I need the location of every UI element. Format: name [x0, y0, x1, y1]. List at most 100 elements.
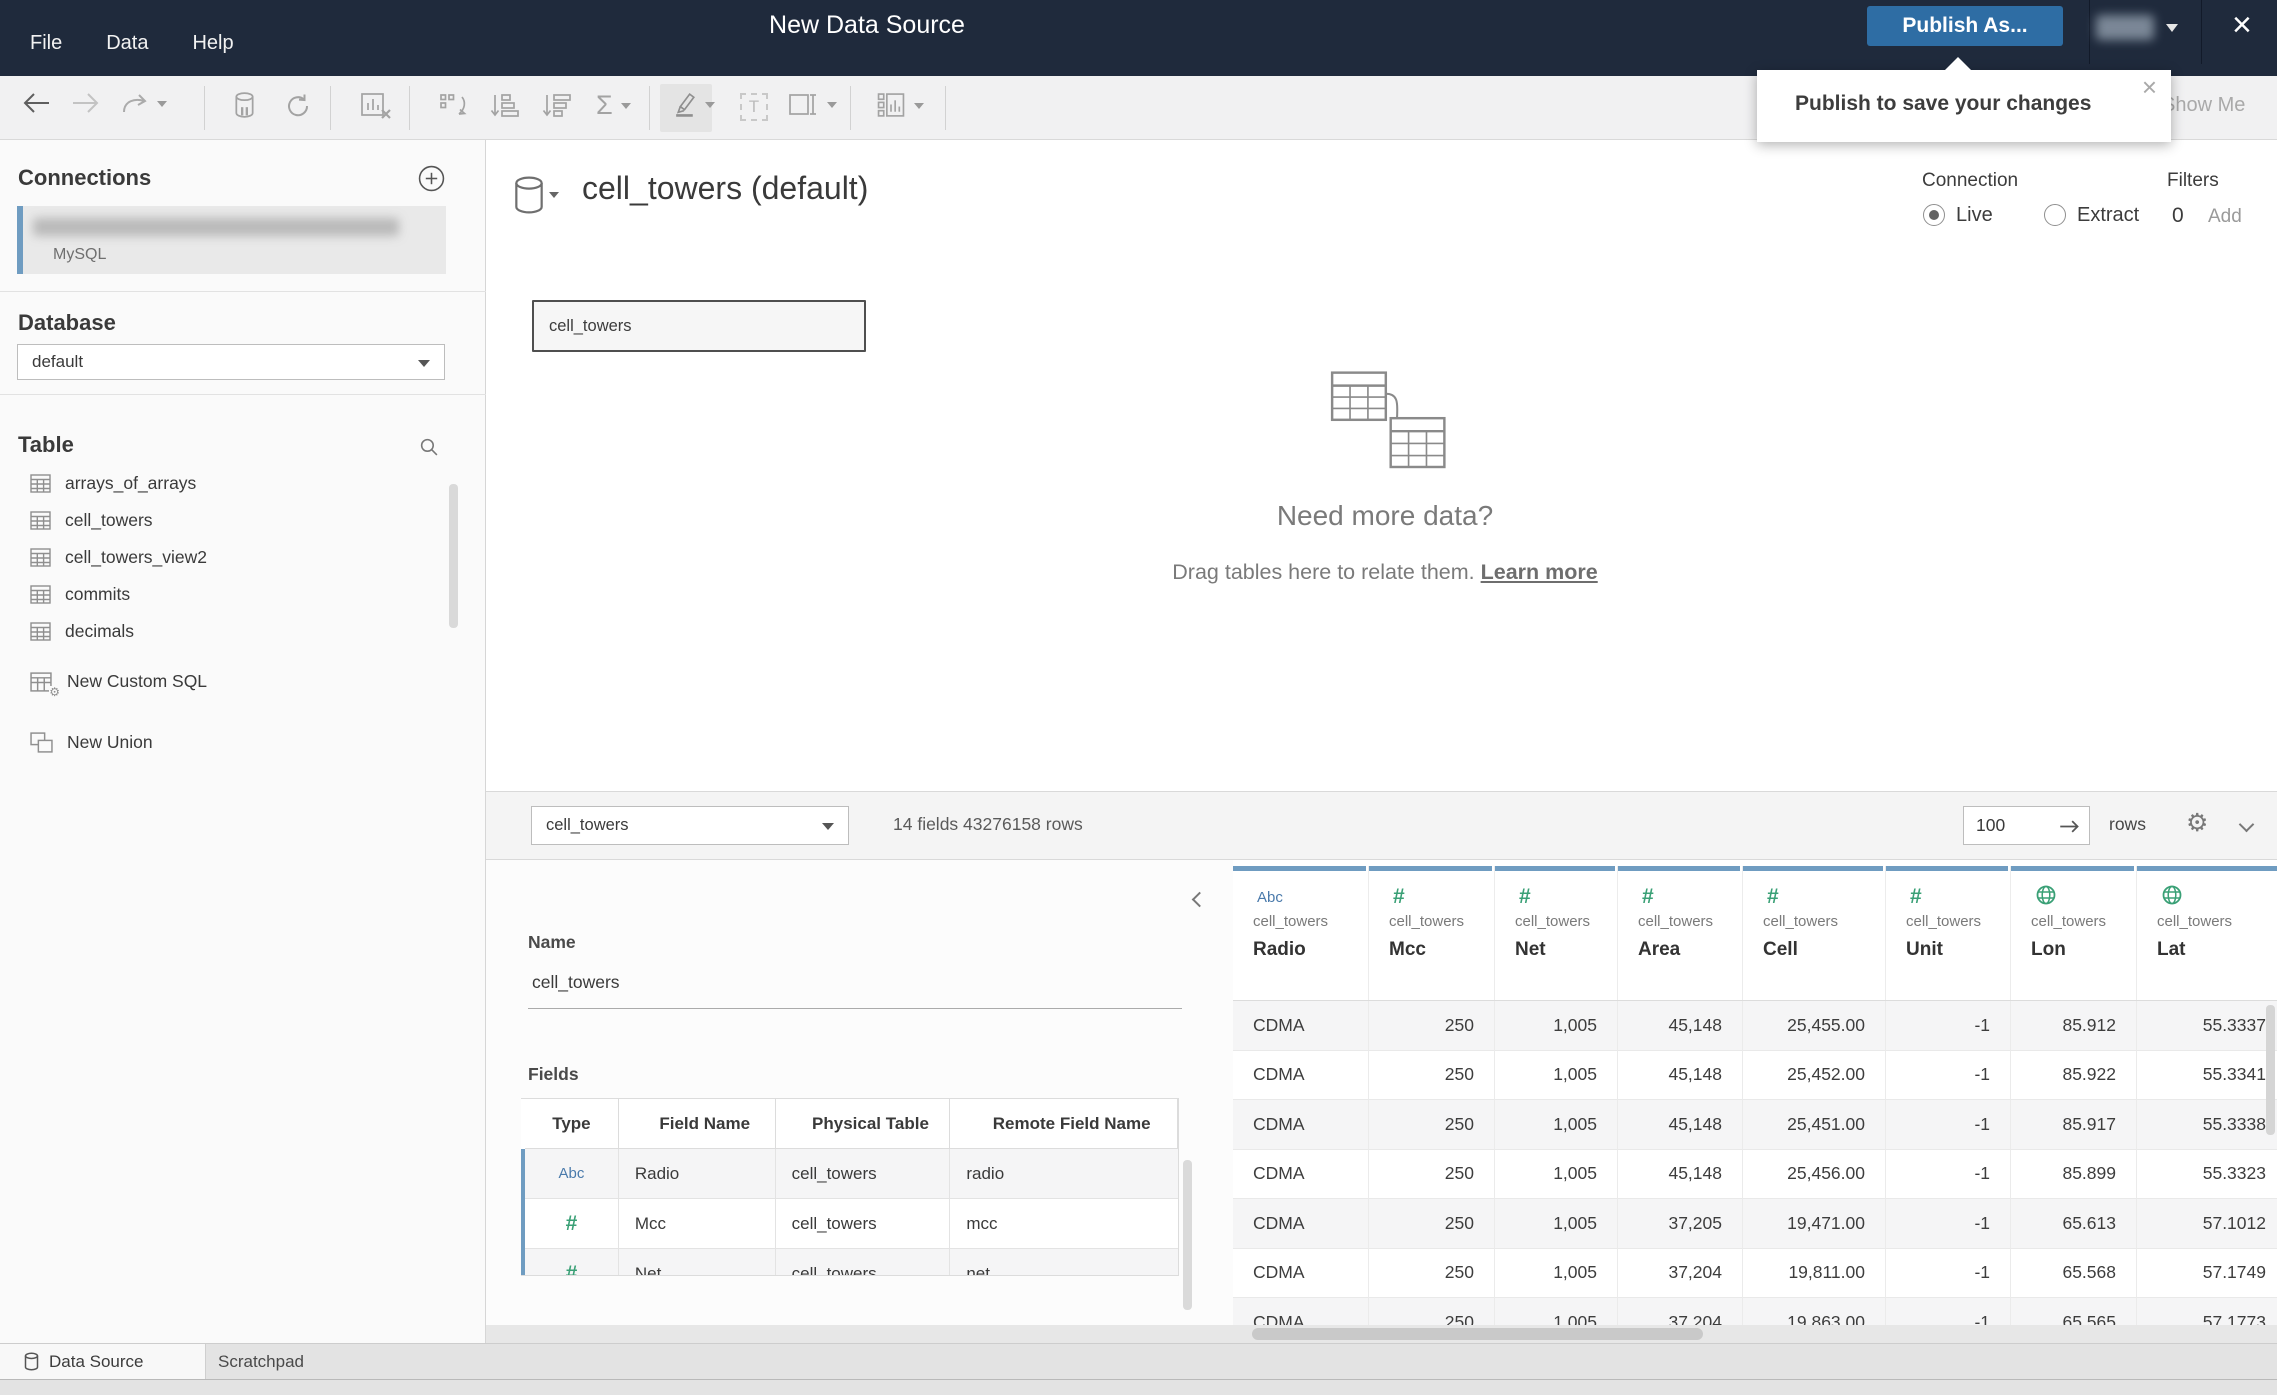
table-list-item[interactable]: commits — [0, 576, 486, 613]
extract-label[interactable]: Extract — [2077, 204, 2139, 227]
live-radio[interactable] — [1923, 204, 1945, 226]
show-me-label[interactable]: Show Me — [2162, 94, 2245, 117]
table-node-cell-towers[interactable]: cell_towers — [532, 300, 866, 352]
publish-tooltip: Publish to save your changes × — [1757, 57, 2171, 142]
table-icon — [30, 474, 52, 493]
caret-down-icon[interactable] — [157, 101, 167, 107]
sort-ascending-button[interactable] — [490, 92, 520, 119]
tab-scratchpad-label: Scratchpad — [218, 1351, 304, 1371]
fields-table-scrollbar[interactable] — [1183, 1160, 1192, 1310]
menu-help[interactable]: Help — [192, 32, 233, 55]
column-accent-strip — [1495, 866, 1615, 871]
grid-vscroll-thumb[interactable] — [2266, 1005, 2275, 1135]
collapse-metadata-button[interactable] — [1191, 891, 1208, 910]
tab-data-source[interactable]: Data Source — [0, 1344, 206, 1379]
datasource-title[interactable]: cell_towers (default) — [582, 170, 868, 207]
account-menu[interactable] — [2096, 15, 2154, 40]
live-label[interactable]: Live — [1956, 204, 1993, 227]
table-list-item[interactable]: decimals — [0, 613, 486, 650]
column-source-label: cell_towers — [2157, 913, 2233, 930]
new-custom-sql[interactable]: ⚙ New Custom SQL — [30, 671, 207, 698]
highlight-button[interactable] — [672, 91, 715, 118]
totals-button[interactable]: Σ — [596, 90, 631, 121]
undo-button[interactable] — [22, 92, 52, 114]
publish-as-button[interactable]: Publish As... — [1867, 6, 2063, 46]
add-connection-button[interactable] — [418, 165, 445, 197]
new-union[interactable]: New Union — [30, 732, 153, 753]
grid-column-header[interactable]: # cell_towers Cell — [1743, 866, 1886, 1000]
grid-row: CDMA 250 1,005 45,148 25,451.00 -1 85.917 55.33… — [1233, 1100, 2277, 1150]
table-list-scrollbar[interactable] — [449, 484, 458, 628]
collapse-grid-button[interactable] — [2238, 816, 2255, 835]
grid-settings-button[interactable]: ⚙ — [2186, 808, 2208, 838]
caret-down-icon[interactable] — [705, 101, 715, 108]
grid-column-header[interactable]: cell_towers Lon — [2011, 866, 2137, 1000]
column-accent-strip — [1743, 866, 1883, 871]
grid-cell: CDMA — [1233, 1050, 1369, 1100]
grid-column-header[interactable]: Abc cell_towers Radio — [1233, 866, 1369, 1000]
grid-column-header[interactable]: # cell_towers Net — [1495, 866, 1618, 1000]
grid-column-header[interactable]: cell_towers Lat — [2137, 866, 2277, 1000]
fit-button[interactable] — [788, 92, 837, 118]
replay-button[interactable] — [120, 92, 167, 116]
row-limit-input[interactable]: 100 — [1963, 806, 2090, 845]
data-grid-toolbar: cell_towers 14 fields 43276158 rows 100 … — [486, 791, 2277, 860]
grid-table-selected: cell_towers — [546, 816, 629, 834]
number-type-icon: # — [1642, 885, 1654, 908]
redo-button[interactable] — [70, 92, 100, 114]
menu-file[interactable]: File — [30, 32, 62, 55]
grid-hscroll-thumb[interactable] — [1252, 1328, 1703, 1340]
grid-cell: 1,005 — [1495, 1100, 1618, 1150]
clear-sheet-button[interactable] — [360, 92, 392, 120]
caret-down-icon[interactable] — [914, 102, 924, 109]
sort-descending-button[interactable] — [542, 92, 572, 119]
grid-table-select[interactable]: cell_towers — [531, 806, 849, 845]
grid-cell: 85.899 — [2011, 1149, 2137, 1199]
close-window-button[interactable]: × — [2232, 8, 2252, 42]
fields-row[interactable]: # Mcc cell_towers mcc — [521, 1199, 1178, 1249]
extract-radio[interactable] — [2044, 204, 2066, 226]
tab-scratchpad[interactable]: Scratchpad — [206, 1344, 492, 1379]
table-name: cell_towers — [65, 510, 153, 530]
swap-rows-columns-button[interactable] — [438, 92, 468, 120]
caret-down-icon[interactable] — [827, 102, 837, 108]
apply-arrow-icon[interactable] — [2059, 820, 2081, 838]
fields-row[interactable]: # Net cell_towers net — [521, 1249, 1178, 1275]
text-label-button[interactable]: T — [740, 93, 768, 121]
database-select[interactable]: default — [17, 344, 445, 380]
datasource-icon[interactable] — [513, 176, 545, 219]
grid-column-header[interactable]: # cell_towers Area — [1618, 866, 1743, 1000]
caret-down-icon[interactable] — [620, 102, 631, 109]
chevron-down-icon[interactable] — [2166, 24, 2178, 32]
column-accent-strip — [1369, 866, 1492, 871]
column-type-icon: # — [1910, 884, 2010, 910]
filters-add-link[interactable]: Add — [2208, 206, 2242, 228]
menu-bar: File Data Help — [30, 32, 234, 55]
fields-header-cell: Remote Field Name — [950, 1099, 1178, 1149]
learn-more-link[interactable]: Learn more — [1481, 560, 1598, 584]
relationship-canvas: cell_towers (default) Connection Live Ex… — [486, 140, 2277, 791]
table-list-item[interactable]: cell_towers — [0, 502, 486, 539]
tooltip-close-icon[interactable]: × — [2142, 72, 2157, 103]
name-value-field[interactable]: cell_towers — [532, 972, 620, 993]
caret-down-icon[interactable] — [549, 192, 559, 198]
pause-auto-updates-button[interactable] — [232, 92, 257, 120]
table-list-item[interactable]: arrays_of_arrays — [0, 465, 486, 502]
menu-data[interactable]: Data — [106, 32, 148, 55]
grid-row: CDMA 250 1,005 37,205 19,471.00 -1 65.613 57.10… — [1233, 1199, 2277, 1249]
table-search-button[interactable] — [419, 437, 439, 462]
grid-cell: 45,148 — [1618, 1100, 1743, 1150]
fields-row[interactable]: Abc Radio cell_towers radio — [521, 1149, 1178, 1199]
connection-item[interactable]: MySQL — [17, 206, 446, 274]
show-me-toggle-button[interactable] — [876, 92, 924, 119]
grid-column-header[interactable]: # cell_towers Unit — [1886, 866, 2011, 1000]
grid-cell: 37,204 — [1618, 1248, 1743, 1298]
grid-cell: 250 — [1369, 1149, 1495, 1199]
refresh-button[interactable] — [284, 92, 312, 120]
table-icon — [30, 548, 52, 567]
table-list-item[interactable]: cell_towers_view2 — [0, 539, 486, 576]
grid-hscroll-track — [486, 1325, 2277, 1343]
grid-column-header[interactable]: # cell_towers Mcc — [1369, 866, 1495, 1000]
number-type-icon: # — [1767, 885, 1779, 908]
column-source-label: cell_towers — [1763, 913, 1839, 930]
